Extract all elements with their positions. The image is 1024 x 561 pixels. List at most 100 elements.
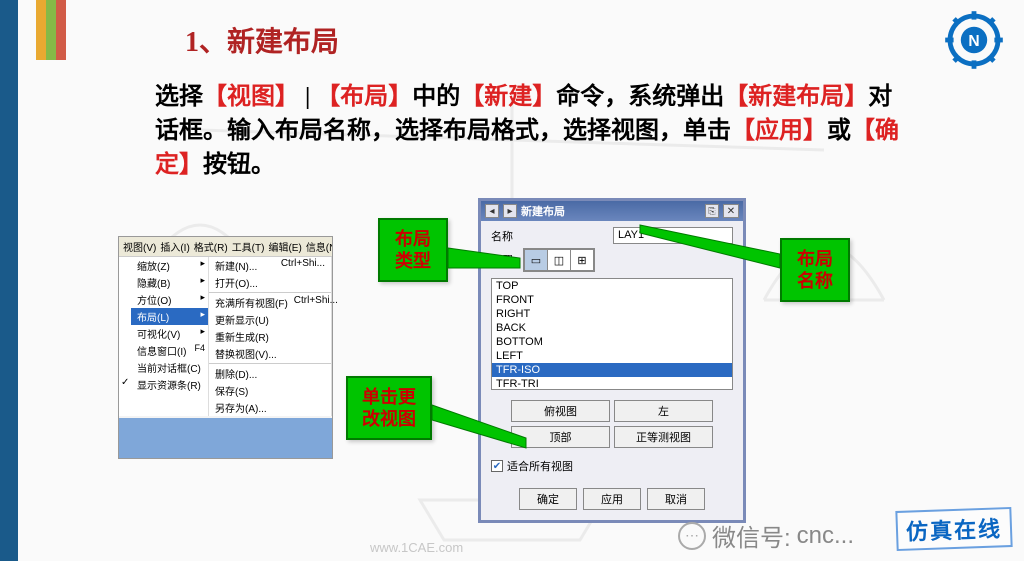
instruction-span: 【应用】 [731, 118, 827, 144]
instruction-span: 【新建】 [460, 84, 556, 110]
ok-button[interactable]: 确定 [519, 488, 577, 510]
menu-bar-item[interactable]: 编辑(E) [268, 239, 301, 254]
listbox-item[interactable]: TFR-TRI [492, 377, 732, 390]
instruction-span: 命令，系统弹出 [556, 84, 724, 110]
menu-bar: 视图(V)插入(I)格式(R)工具(T)编辑(E)信息(N)分析 [119, 237, 332, 257]
submenu-label: 充满所有视图(F) [215, 295, 288, 310]
submenu-item[interactable]: 重新生成(R) [209, 328, 331, 345]
submenu-label: 替换视图(V)... [215, 346, 277, 361]
dialog-titlebar: ◂ ▸ 新建布局 ⎘ ✕ [481, 201, 743, 221]
dialog-title-text: 新建布局 [521, 203, 701, 219]
apply-button[interactable]: 应用 [583, 488, 641, 510]
name-input[interactable]: LAY1 [613, 227, 733, 244]
listbox-item[interactable]: TOP [492, 279, 732, 293]
instruction-span: 【布局】 [316, 84, 412, 110]
callout-change-view: 单击更改视图 [346, 376, 432, 440]
submenu-item[interactable]: 新建(N)... Ctrl+Shi... [209, 257, 331, 274]
layout-cell-2[interactable]: ◫ [548, 250, 570, 270]
submenu-arrow-icon: ▸ [200, 309, 205, 320]
instruction-span: 中的 [412, 84, 460, 110]
submenu-arrow-icon: ▸ [200, 258, 205, 269]
layout-type-grid[interactable]: ▭ ◫ ⊞ [523, 248, 595, 272]
nav-next-icon[interactable]: ▸ [503, 204, 517, 218]
view-button-grid: 俯视图左顶部正等测视图 [481, 394, 743, 452]
wechat-label: 微信号: [712, 518, 791, 553]
new-layout-dialog: ◂ ▸ 新建布局 ⎘ ✕ 名称 LAY1 布置 ▭ ◫ ⊞ TOPFRONTRI… [478, 198, 746, 523]
instruction-span: 按钮。 [203, 152, 275, 178]
fit-all-checkbox[interactable]: ✔ [491, 460, 503, 472]
listbox-item[interactable]: BOTTOM [492, 335, 732, 349]
gear-logo-icon: N N [944, 10, 1004, 70]
listbox-item[interactable]: TFR-ISO [492, 363, 732, 377]
fit-all-label: 适合所有视图 [507, 458, 573, 474]
menu-separator [209, 292, 331, 293]
menu-column-1: 缩放(Z)▸隐藏(B)▸方位(O)▸布局(L)▸可视化(V)▸信息窗口(I)F4… [119, 257, 209, 416]
view-listbox[interactable]: TOPFRONTRIGHTBACKBOTTOMLEFTTFR-ISOTFR-TR… [491, 278, 733, 390]
instruction-span: | [299, 84, 316, 110]
callout-layout-type: 布局类型 [378, 218, 448, 282]
watermark-url: www.1CAE.com [370, 540, 463, 555]
view-button[interactable]: 顶部 [511, 426, 610, 448]
submenu-label: 打开(O)... [215, 275, 258, 290]
menu-bar-item[interactable]: 信息(N) [306, 239, 332, 254]
submenu-item[interactable]: 另存为(A)... [209, 399, 331, 416]
menu-bar-item[interactable]: 视图(V) [123, 239, 156, 254]
view-button[interactable]: 正等测视图 [614, 426, 713, 448]
menu-item[interactable]: 信息窗口(I)F4 [131, 342, 208, 359]
submenu-label: 删除(D)... [215, 366, 257, 381]
menu-item[interactable]: 可视化(V)▸ [131, 325, 208, 342]
name-label: 名称 [491, 228, 515, 244]
menu-bar-item[interactable]: 工具(T) [232, 239, 265, 254]
submenu-label: 更新显示(U) [215, 312, 269, 327]
submenu-item[interactable]: 充满所有视图(F)Ctrl+Shi... [209, 294, 331, 311]
close-icon[interactable]: ✕ [723, 204, 739, 218]
pin-icon[interactable]: ⎘ [705, 204, 719, 218]
menu-item[interactable]: 布局(L)▸ [131, 308, 208, 325]
instruction-span: 或 [827, 118, 851, 144]
wechat-icon: ⋯ [678, 522, 706, 550]
submenu-label: 另存为(A)... [215, 400, 267, 415]
view-button[interactable]: 俯视图 [511, 400, 610, 422]
submenu-item[interactable]: 删除(D)... [209, 365, 331, 382]
layout-cell-1[interactable]: ▭ [525, 250, 547, 270]
submenu-item[interactable]: 更新显示(U) [209, 311, 331, 328]
submenu-label: 重新生成(R) [215, 329, 269, 344]
listbox-item[interactable]: RIGHT [492, 307, 732, 321]
menu-screenshot: 视图(V)插入(I)格式(R)工具(T)编辑(E)信息(N)分析 缩放(Z)▸隐… [118, 236, 333, 459]
submenu-arrow-icon: ▸ [200, 275, 205, 286]
instruction-span: 【视图】 [203, 84, 299, 110]
cancel-button[interactable]: 取消 [647, 488, 705, 510]
submenu-item[interactable]: 打开(O)... [209, 274, 331, 291]
submenu-item[interactable]: 保存(S) [209, 382, 331, 399]
watermark-wechat: ⋯ 微信号: cnc... [678, 518, 854, 553]
nav-prev-icon[interactable]: ◂ [485, 204, 499, 218]
menu-item[interactable]: 当前对话框(C) [131, 359, 208, 376]
shortcut-text: Ctrl+Shi... [281, 258, 325, 273]
menu-bar-item[interactable]: 格式(R) [194, 239, 228, 254]
submenu-arrow-icon: ▸ [200, 292, 205, 303]
wechat-id: cnc... [797, 522, 854, 550]
listbox-item[interactable]: BACK [492, 321, 732, 335]
menu-item[interactable]: 缩放(Z)▸ [131, 257, 208, 274]
listbox-item[interactable]: LEFT [492, 349, 732, 363]
submenu-label: 新建(N)... [215, 258, 257, 273]
menu-bar-item[interactable]: 插入(I) [160, 239, 189, 254]
submenu-arrow-icon: ▸ [200, 326, 205, 337]
layout-label: 布置 [491, 252, 515, 268]
view-button[interactable]: 左 [614, 400, 713, 422]
menu-item[interactable]: 隐藏(B)▸ [131, 274, 208, 291]
submenu-label: 保存(S) [215, 383, 248, 398]
listbox-item[interactable]: FRONT [492, 293, 732, 307]
menu-item[interactable]: 显示资源条(R) [131, 376, 208, 393]
layout-cell-3[interactable]: ⊞ [571, 250, 593, 270]
menu-selection-area [119, 418, 332, 458]
menu-separator [209, 363, 331, 364]
slide-title: 1、新建布局 [185, 20, 339, 60]
callout-layout-name: 布局名称 [780, 238, 850, 302]
instruction-text: 选择【视图】 | 【布局】中的【新建】命令，系统弹出【新建布局】对话框。输入布局… [155, 80, 915, 182]
left-color-bars [0, 0, 66, 561]
submenu-item[interactable]: 替换视图(V)... [209, 345, 331, 362]
svg-text:N: N [968, 33, 979, 50]
shortcut-text: F4 [194, 343, 205, 353]
menu-item[interactable]: 方位(O)▸ [131, 291, 208, 308]
